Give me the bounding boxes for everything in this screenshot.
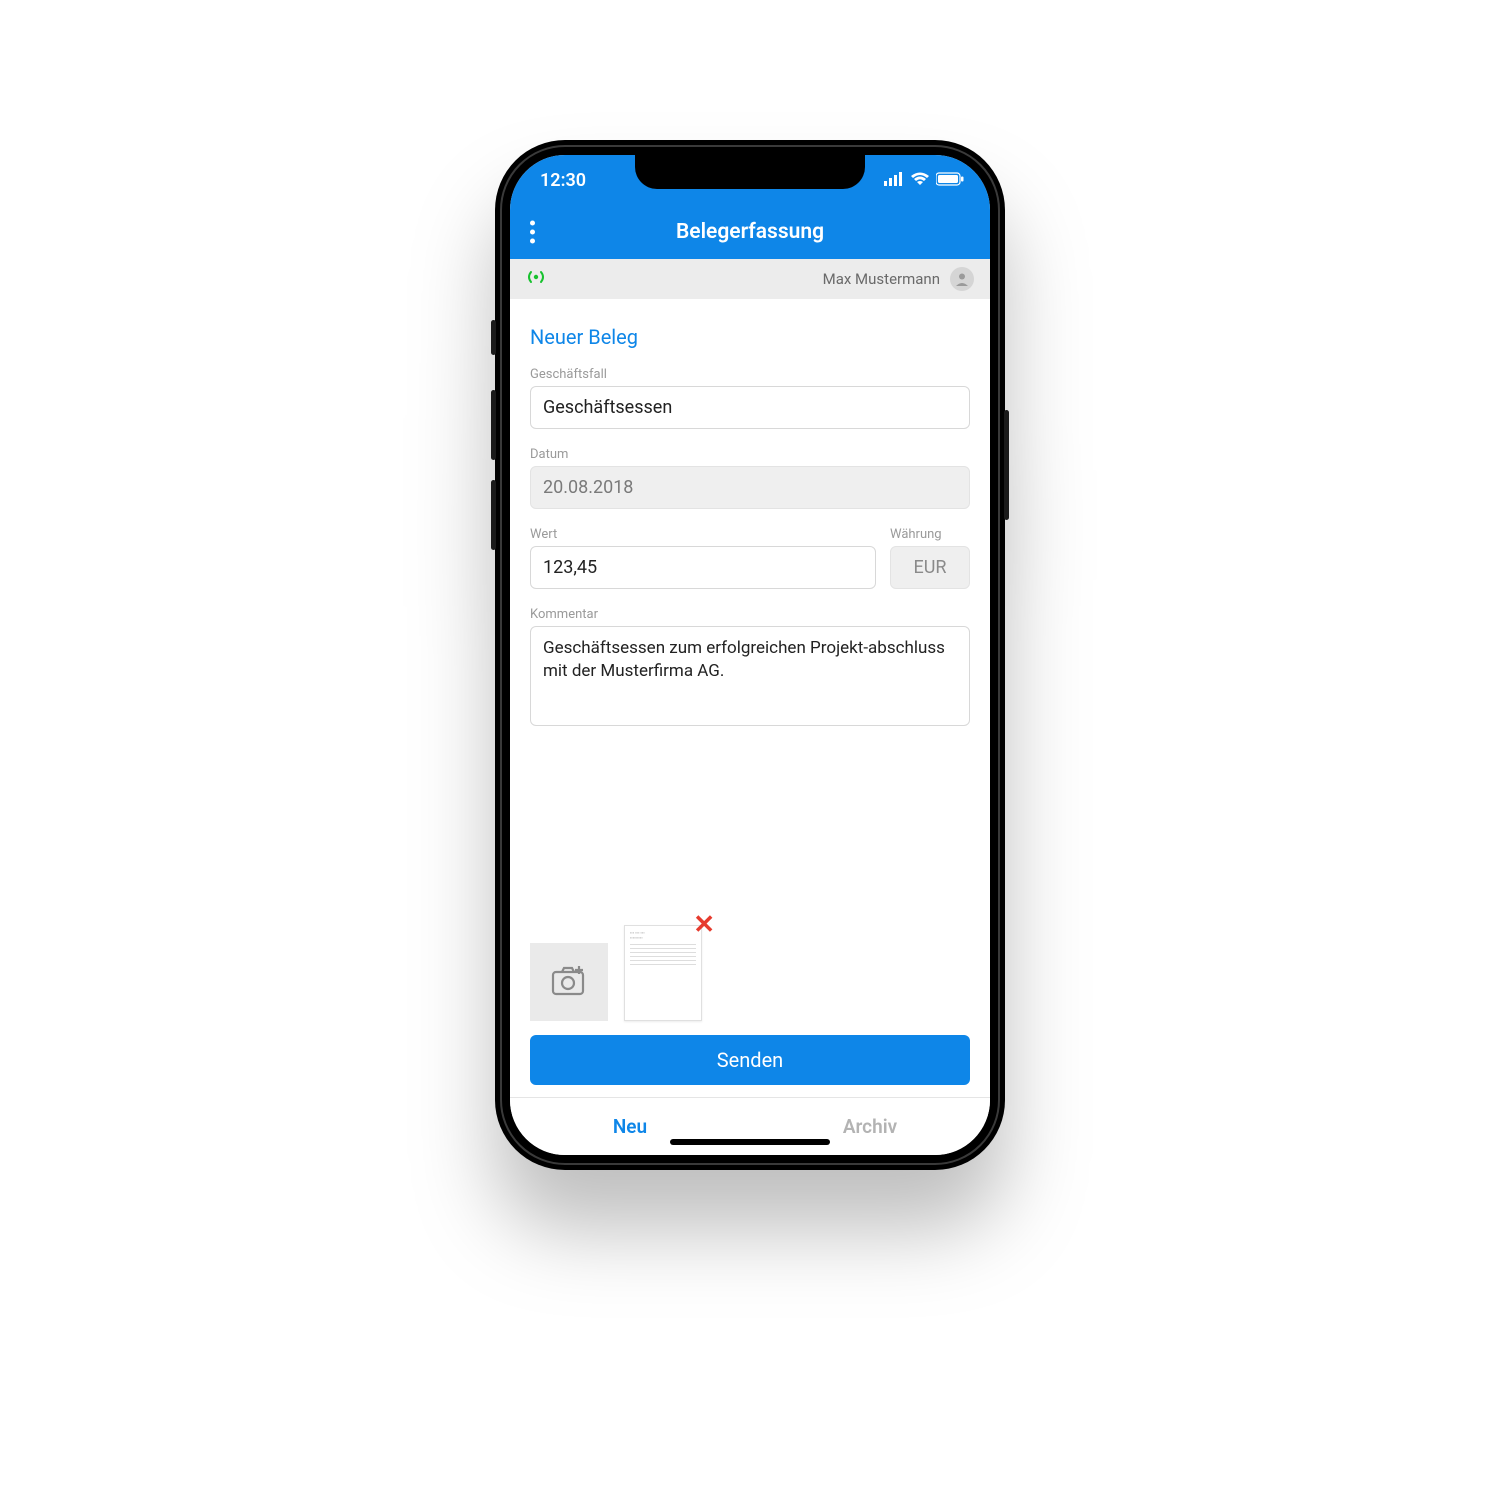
remove-attachment-button[interactable]: ✕ [693, 912, 715, 938]
tab-archive[interactable]: Archiv [750, 1098, 990, 1155]
home-indicator[interactable] [670, 1139, 830, 1145]
currency-input[interactable]: EUR [890, 546, 970, 589]
attachments-row: ▪▪▪ ▪▪▪ ▪▪▪▪▪▪▪▪▪▪▪▪ ✕ [530, 925, 970, 1021]
battery-icon [936, 170, 964, 191]
currency-label: Währung [890, 527, 970, 542]
add-photo-button[interactable] [530, 943, 608, 1021]
business-case-label: Geschäftsfall [530, 367, 970, 382]
broadcast-icon [526, 269, 546, 289]
section-title: Neuer Beleg [530, 325, 970, 349]
wifi-icon [910, 170, 930, 191]
status-time: 12:30 [540, 170, 586, 191]
amount-label: Wert [530, 527, 876, 542]
date-input[interactable]: 20.08.2018 [530, 466, 970, 509]
volume-up-button [491, 390, 496, 460]
page-title: Belegerfassung [676, 220, 824, 244]
menu-button[interactable] [530, 221, 535, 244]
business-case-input[interactable]: Geschäftsessen [530, 386, 970, 429]
attachment-thumbnail[interactable]: ▪▪▪ ▪▪▪ ▪▪▪▪▪▪▪▪▪▪▪▪ ✕ [624, 925, 702, 1021]
power-button [1004, 410, 1009, 520]
tab-bar: Neu Archiv [510, 1097, 990, 1155]
amount-input[interactable]: 123,45 [530, 546, 876, 589]
mute-switch [491, 320, 496, 355]
close-icon: ✕ [693, 910, 715, 940]
tab-new[interactable]: Neu [510, 1098, 750, 1155]
cellular-icon [884, 170, 904, 191]
comment-textarea[interactable]: Geschäftsessen zum erfolgreichen Projekt… [530, 626, 970, 726]
form-content: Neuer Beleg Geschäftsfall Geschäftsessen… [510, 299, 990, 1097]
comment-label: Kommentar [530, 607, 970, 622]
volume-down-button [491, 480, 496, 550]
camera-plus-icon [550, 964, 588, 1000]
user-bar: Max Mustermann [510, 259, 990, 299]
nav-bar: Belegerfassung [510, 205, 990, 259]
date-label: Datum [530, 447, 970, 462]
device-notch [635, 155, 865, 189]
user-name: Max Mustermann [823, 270, 940, 288]
send-button[interactable]: Senden [530, 1035, 970, 1085]
phone-mockup: 12:30 Belegerfassung [495, 140, 1005, 1170]
avatar-icon[interactable] [950, 267, 974, 291]
